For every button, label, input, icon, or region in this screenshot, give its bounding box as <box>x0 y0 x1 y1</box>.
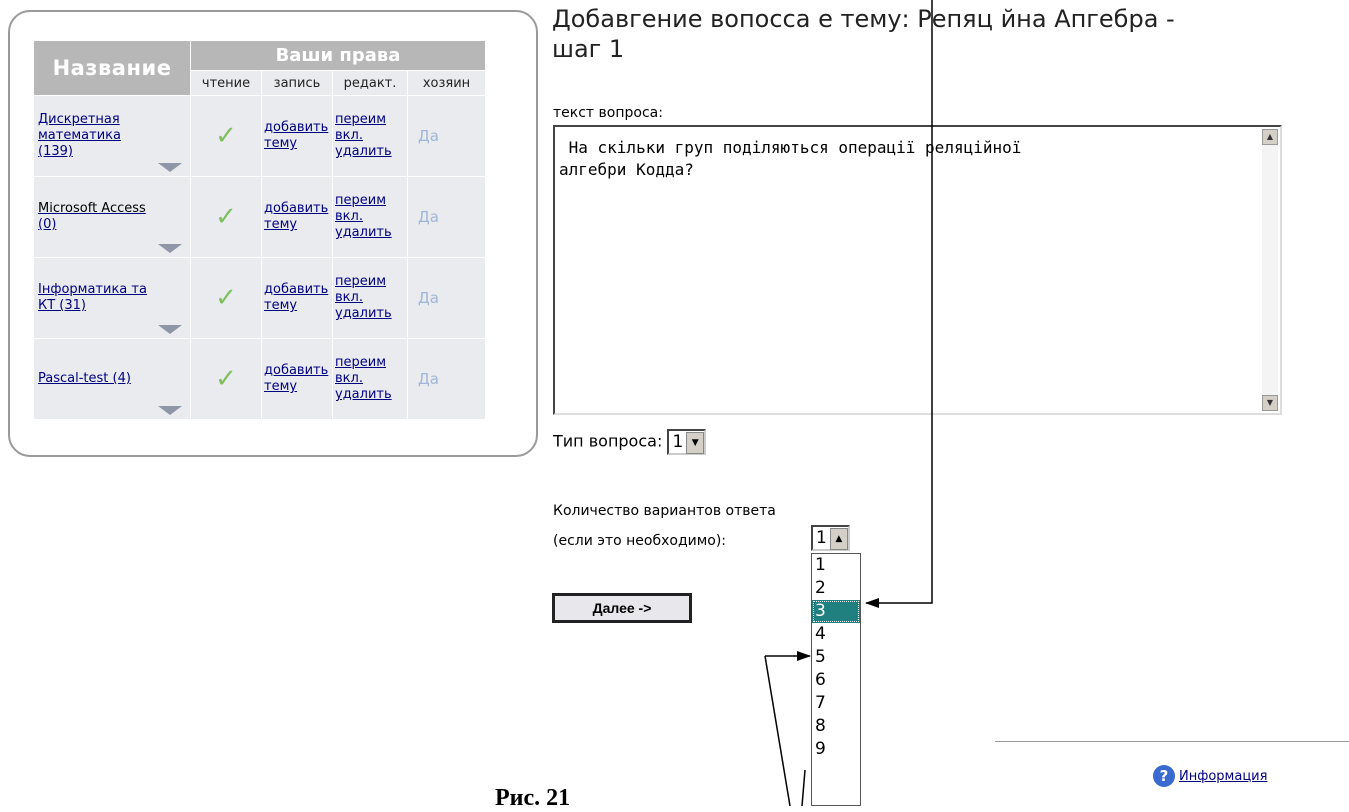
arrow-to-option-3 <box>764 655 791 806</box>
arrow-line-bottom <box>801 769 806 806</box>
arrow-to-option-2 <box>865 0 933 608</box>
annotation-arrows <box>764 0 933 806</box>
